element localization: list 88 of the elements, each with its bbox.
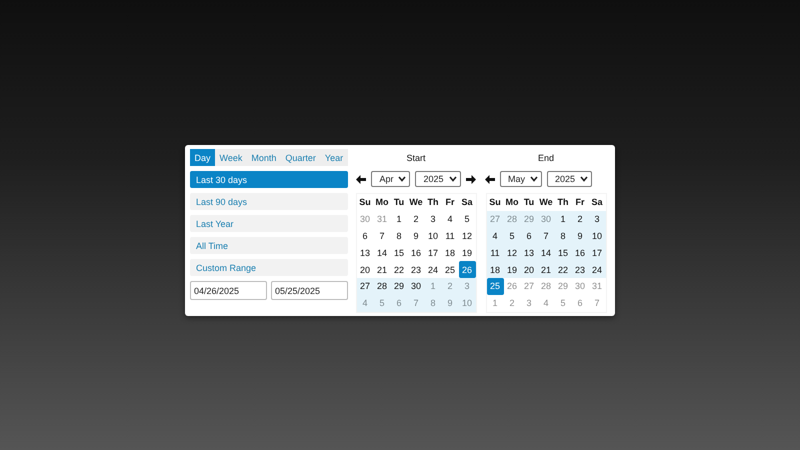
calendar-day[interactable]: 8 <box>390 228 408 244</box>
weekday-label: Mo <box>504 196 520 210</box>
calendar-day[interactable]: 20 <box>356 261 374 278</box>
calendar-day[interactable]: 11 <box>442 228 458 244</box>
weekday-label: Su <box>488 196 502 210</box>
calendar-day[interactable]: 3 <box>588 210 606 228</box>
calendar-day[interactable]: 4 <box>442 210 458 228</box>
calendar-day[interactable]: 15 <box>554 244 572 262</box>
calendar-day[interactable]: 29 <box>390 278 408 295</box>
range-option[interactable]: Custom Range <box>190 259 348 276</box>
calendar-day[interactable]: 23 <box>572 261 588 278</box>
calendar-day[interactable]: 4 <box>486 228 504 244</box>
calendar-title: Start <box>406 153 426 163</box>
calendar-day[interactable]: 2 <box>408 210 424 228</box>
calendar-day[interactable]: 22 <box>554 261 572 278</box>
calendar-day[interactable]: 6 <box>356 228 374 244</box>
calendar-day[interactable]: 18 <box>486 261 504 278</box>
month-select[interactable]: Apr <box>371 171 410 187</box>
calendar-day[interactable]: 21 <box>538 261 554 278</box>
calendar-day[interactable]: 11 <box>486 244 504 262</box>
calendar-day[interactable]: 18 <box>442 244 458 262</box>
period-tab[interactable]: Quarter <box>280 149 320 166</box>
year-select[interactable]: 2025 <box>546 171 592 187</box>
calendar-day[interactable]: 25 <box>486 278 504 295</box>
calendar-day[interactable]: 23 <box>408 261 424 278</box>
period-tab[interactable]: Week <box>215 149 247 166</box>
weekday-label: Tu <box>392 196 406 210</box>
period-tab[interactable]: Year <box>320 149 348 166</box>
calendar-day[interactable]: 12 <box>458 228 476 244</box>
range-option[interactable]: Last Year <box>190 215 348 232</box>
calendar-day[interactable]: 14 <box>374 244 390 262</box>
weekday-label: We <box>408 196 424 210</box>
calendar-day[interactable]: 22 <box>390 261 408 278</box>
previous-month-arrow-icon[interactable] <box>356 174 366 184</box>
weekday-label: Tu <box>522 196 536 210</box>
calendar-day[interactable]: 10 <box>424 228 442 244</box>
weekday-label: Fr <box>574 196 586 210</box>
calendar-day[interactable]: 27 <box>356 278 374 295</box>
month-select[interactable]: May <box>500 171 542 187</box>
calendar-day[interactable]: 13 <box>520 244 538 262</box>
weekday-label: Sa <box>590 196 604 210</box>
range-option[interactable]: Last 90 days <box>190 193 348 210</box>
calendar-day[interactable]: 24 <box>588 261 606 278</box>
calendar-day[interactable]: 19 <box>458 244 476 262</box>
calendar-day[interactable]: 14 <box>538 244 554 262</box>
calendar-day[interactable]: 17 <box>424 244 442 262</box>
weekday-label: Sa <box>460 196 474 210</box>
calendar-day[interactable]: 15 <box>390 244 408 262</box>
calendar-day[interactable]: 5 <box>458 210 476 228</box>
calendar-day[interactable]: 28 <box>374 278 390 295</box>
weekday-label: Su <box>358 196 372 210</box>
weekday-label: Th <box>556 196 570 210</box>
weekday-label: Mo <box>374 196 390 210</box>
start-date-field[interactable]: 04/26/2025 <box>190 281 267 300</box>
calendar-day[interactable]: 24 <box>424 261 442 278</box>
calendar-day[interactable]: 3 <box>424 210 442 228</box>
end-date-field[interactable]: 05/25/2025 <box>271 281 348 300</box>
next-month-arrow-icon[interactable] <box>466 174 476 184</box>
chevron-down-icon <box>448 176 457 182</box>
weekday-label: Th <box>426 196 440 210</box>
weekday-label: Fr <box>444 196 456 210</box>
calendar-day[interactable]: 21 <box>374 261 390 278</box>
calendar-day[interactable]: 16 <box>572 244 588 262</box>
calendar-day[interactable]: 2 <box>572 210 588 228</box>
calendar-day[interactable]: 26 <box>458 261 476 278</box>
calendar-day[interactable]: 30 <box>408 278 424 295</box>
range-option[interactable]: All Time <box>190 237 348 254</box>
calendar-day[interactable]: 1 <box>554 210 572 228</box>
chevron-down-icon <box>530 176 538 182</box>
calendar-day[interactable]: 12 <box>504 244 520 262</box>
range-option[interactable]: Last 30 days <box>190 171 348 188</box>
calendar-day[interactable]: 16 <box>408 244 424 262</box>
calendar-title: End <box>538 153 554 163</box>
previous-month-arrow-icon[interactable] <box>484 174 495 184</box>
calendar-day[interactable]: 19 <box>504 261 520 278</box>
period-tab[interactable]: Day <box>190 149 216 166</box>
calendar-day[interactable]: 25 <box>442 261 458 278</box>
calendar-day[interactable]: 1 <box>390 210 408 228</box>
period-tab[interactable]: Month <box>246 149 281 166</box>
year-select[interactable]: 2025 <box>415 171 461 187</box>
chevron-down-icon <box>398 176 406 182</box>
calendar-day[interactable]: 7 <box>374 228 390 244</box>
weekday-label: We <box>538 196 554 210</box>
calendar-day[interactable]: 17 <box>588 244 606 262</box>
calendar-day[interactable]: 13 <box>356 244 374 262</box>
calendar-day[interactable]: 9 <box>408 228 424 244</box>
chevron-down-icon <box>580 176 588 182</box>
calendar-day[interactable]: 20 <box>520 261 538 278</box>
